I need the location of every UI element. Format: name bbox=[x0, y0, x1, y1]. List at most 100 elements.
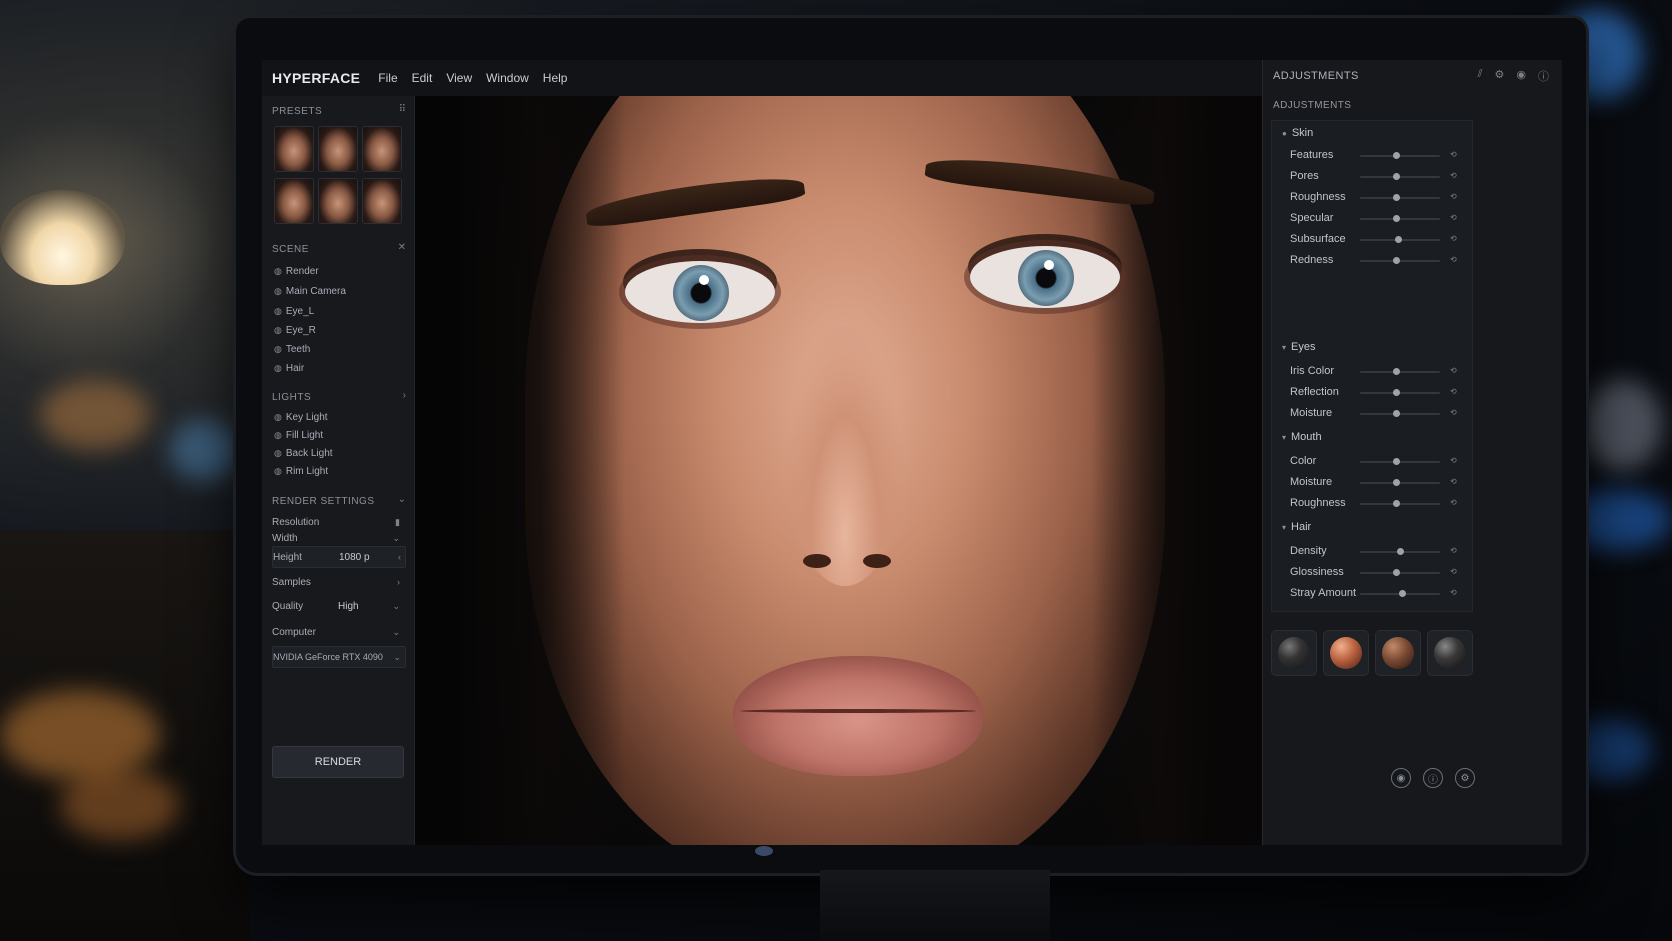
slider-mouth-roughness[interactable]: Roughness ⟲ bbox=[1290, 495, 1470, 513]
reset-icon[interactable]: ⟲ bbox=[1450, 498, 1457, 507]
slider-track[interactable] bbox=[1360, 368, 1440, 375]
slider-hair-density[interactable]: Density ⟲ bbox=[1290, 543, 1470, 561]
reset-icon[interactable]: ⟲ bbox=[1450, 477, 1457, 486]
menu-window[interactable]: Window bbox=[486, 71, 529, 85]
camera-icon[interactable]: ◉ bbox=[1391, 768, 1411, 788]
height-field[interactable]: Height 1080 p ‹ bbox=[272, 546, 406, 568]
material-swatch-brown[interactable] bbox=[1375, 630, 1421, 676]
slider-handle[interactable] bbox=[1393, 458, 1400, 465]
slider-track[interactable] bbox=[1360, 569, 1440, 576]
slider-skin-roughness[interactable]: Roughness ⟲ bbox=[1290, 189, 1470, 207]
reset-icon[interactable]: ⟲ bbox=[1450, 150, 1457, 159]
menu-edit[interactable]: Edit bbox=[412, 71, 433, 85]
info-icon[interactable]: ⓘ bbox=[1423, 768, 1443, 788]
quality-select[interactable]: Quality High ⌄ bbox=[272, 596, 404, 616]
slider-handle[interactable] bbox=[1393, 215, 1400, 222]
group-eyes[interactable]: ▾ Eyes bbox=[1282, 341, 1315, 353]
slider-track[interactable] bbox=[1360, 152, 1440, 159]
preset-thumbnail[interactable] bbox=[362, 178, 402, 224]
reset-icon[interactable]: ⟲ bbox=[1450, 234, 1457, 243]
slider-handle[interactable] bbox=[1393, 257, 1400, 264]
slider-skin-specular[interactable]: Specular ⟲ bbox=[1290, 210, 1470, 228]
group-hair[interactable]: ▾ Hair bbox=[1282, 521, 1311, 533]
chevron-down-icon[interactable]: ⌄ bbox=[398, 494, 406, 505]
slider-track[interactable] bbox=[1360, 236, 1440, 243]
slider-mouth-moisture[interactable]: Moisture ⟲ bbox=[1290, 474, 1470, 492]
slider-handle[interactable] bbox=[1398, 590, 1406, 597]
preset-thumbnail[interactable] bbox=[318, 178, 358, 224]
slider-handle[interactable] bbox=[1393, 410, 1400, 417]
light-item-fill[interactable]: ◍ Fill Light bbox=[274, 430, 323, 441]
slider-track[interactable] bbox=[1360, 590, 1440, 597]
preset-thumbnail[interactable] bbox=[362, 126, 402, 172]
slider-track[interactable] bbox=[1360, 173, 1440, 180]
slider-handle[interactable] bbox=[1393, 569, 1400, 576]
reset-icon[interactable]: ⟲ bbox=[1450, 408, 1457, 417]
menu-help[interactable]: Help bbox=[543, 71, 568, 85]
collapse-icon[interactable]: ✕ bbox=[398, 242, 406, 253]
slider-eyes-reflection[interactable]: Reflection ⟲ bbox=[1290, 384, 1470, 402]
slider-track[interactable] bbox=[1360, 389, 1440, 396]
reset-icon[interactable]: ⟲ bbox=[1450, 588, 1457, 597]
reset-icon[interactable]: ⟲ bbox=[1450, 567, 1457, 576]
slider-skin-pores[interactable]: Pores ⟲ bbox=[1290, 168, 1470, 186]
slider-track[interactable] bbox=[1360, 548, 1440, 555]
camera-icon[interactable]: ◉ bbox=[1516, 68, 1526, 84]
settings-icon[interactable]: ⚙ bbox=[1455, 768, 1475, 788]
reset-icon[interactable]: ⟲ bbox=[1450, 192, 1457, 201]
slider-handle[interactable] bbox=[1393, 389, 1400, 396]
slider-handle[interactable] bbox=[1393, 152, 1400, 159]
menu-view[interactable]: View bbox=[446, 71, 472, 85]
slider-eyes-moisture[interactable]: Moisture ⟲ bbox=[1290, 405, 1470, 423]
slider-track[interactable] bbox=[1360, 410, 1440, 417]
scene-item-eye-l[interactable]: ◍ Eye_L bbox=[274, 306, 314, 317]
scene-item-render[interactable]: ◍ Render bbox=[274, 266, 319, 277]
gpu-select[interactable]: NVIDIA GeForce RTX 4090 ⌄ bbox=[272, 646, 406, 668]
chevron-right-icon[interactable]: › bbox=[403, 390, 406, 401]
scene-item-eye-r[interactable]: ◍ Eye_R bbox=[274, 325, 316, 336]
slider-hair-glossiness[interactable]: Glossiness ⟲ bbox=[1290, 564, 1470, 582]
slider-skin-features[interactable]: Features ⟲ bbox=[1290, 147, 1470, 165]
light-item-back[interactable]: ◍ Back Light bbox=[274, 448, 333, 459]
reset-icon[interactable]: ⟲ bbox=[1450, 456, 1457, 465]
reset-icon[interactable]: ⟲ bbox=[1450, 387, 1457, 396]
grid-icon[interactable]: ⠿ bbox=[399, 104, 406, 115]
group-mouth[interactable]: ▾ Mouth bbox=[1282, 431, 1322, 443]
slider-track[interactable] bbox=[1360, 500, 1440, 507]
slider-skin-subsurface[interactable]: Subsurface ⟲ bbox=[1290, 231, 1470, 249]
scene-item-teeth[interactable]: ◍ Teeth bbox=[274, 344, 310, 355]
light-item-rim[interactable]: ◍ Rim Light bbox=[274, 466, 328, 477]
slider-handle[interactable] bbox=[1393, 500, 1400, 507]
slider-track[interactable] bbox=[1360, 458, 1440, 465]
slider-handle[interactable] bbox=[1393, 479, 1400, 486]
slider-track[interactable] bbox=[1360, 194, 1440, 201]
light-item-key[interactable]: ◍ Key Light bbox=[274, 412, 328, 423]
slider-handle[interactable] bbox=[1393, 194, 1400, 201]
slider-handle[interactable] bbox=[1394, 236, 1402, 243]
slider-track[interactable] bbox=[1360, 215, 1440, 222]
menu-file[interactable]: File bbox=[378, 71, 397, 85]
material-swatch-black[interactable] bbox=[1427, 630, 1473, 676]
pin-icon[interactable]: ⫽ bbox=[1478, 68, 1483, 84]
group-skin[interactable]: ● Skin bbox=[1282, 127, 1313, 139]
slider-handle[interactable] bbox=[1393, 368, 1400, 375]
settings-icon[interactable]: ⚙ bbox=[1495, 68, 1505, 84]
slider-track[interactable] bbox=[1360, 479, 1440, 486]
material-swatch-dark[interactable] bbox=[1271, 630, 1317, 676]
slider-handle[interactable] bbox=[1397, 548, 1404, 555]
reset-icon[interactable]: ⟲ bbox=[1450, 546, 1457, 555]
slider-handle[interactable] bbox=[1393, 173, 1400, 180]
reset-icon[interactable]: ⟲ bbox=[1450, 171, 1457, 180]
info-icon[interactable]: ⓘ bbox=[1538, 68, 1549, 84]
scene-item-main-camera[interactable]: ◍ Main Camera bbox=[274, 286, 346, 297]
preset-thumbnail[interactable] bbox=[274, 178, 314, 224]
slider-hair-stray-amount[interactable]: Stray Amount ⟲ bbox=[1290, 585, 1470, 603]
slider-skin-redness[interactable]: Redness ⟲ bbox=[1290, 252, 1470, 270]
slider-mouth-color[interactable]: Color ⟲ bbox=[1290, 453, 1470, 471]
slider-eyes-iris-color[interactable]: Iris Color ⟲ bbox=[1290, 363, 1470, 381]
preset-thumbnail[interactable] bbox=[318, 126, 358, 172]
render-viewport[interactable] bbox=[415, 96, 1262, 845]
reset-icon[interactable]: ⟲ bbox=[1450, 255, 1457, 264]
samples-row[interactable]: Samples › bbox=[272, 572, 404, 592]
reset-icon[interactable]: ⟲ bbox=[1450, 366, 1457, 375]
